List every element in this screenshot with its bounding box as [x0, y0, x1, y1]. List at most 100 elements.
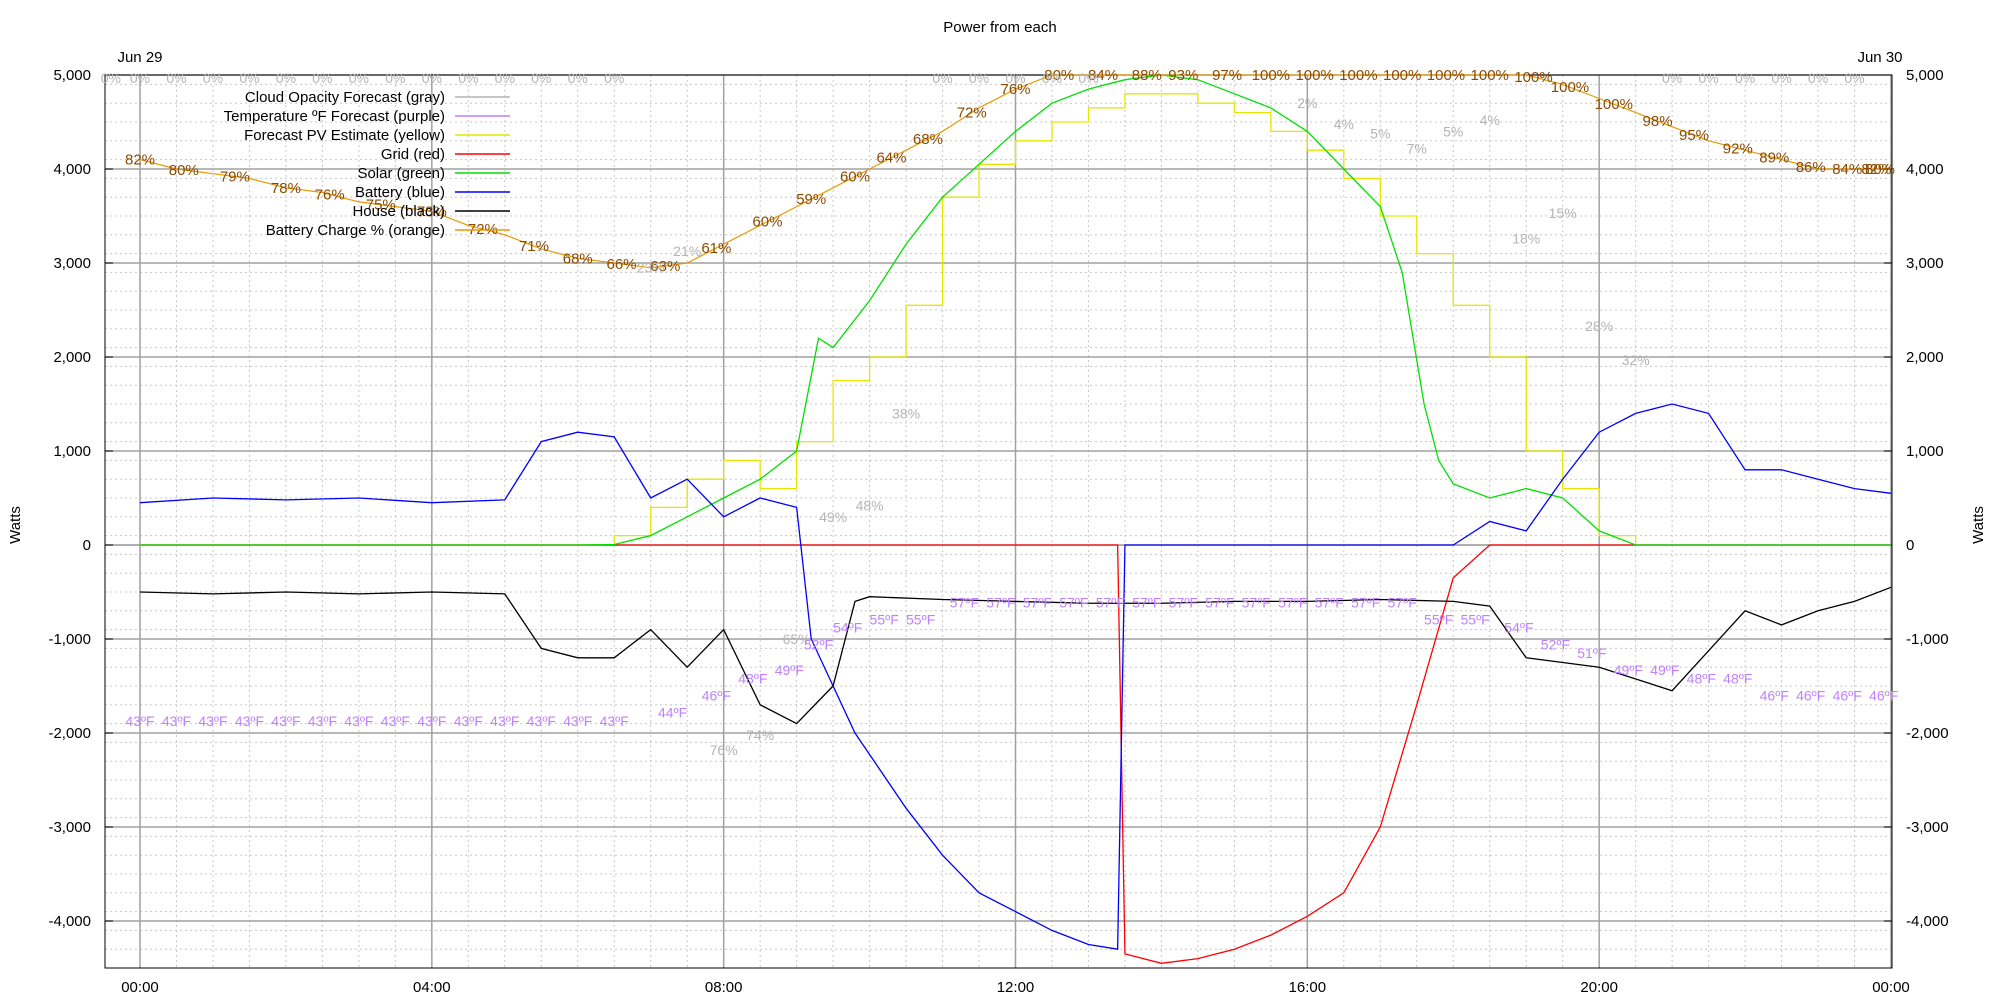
- battery-pct-label: 60%: [752, 214, 782, 231]
- temperature-label: 43ºF: [271, 713, 300, 729]
- battery-pct-label: 72%: [957, 105, 987, 122]
- cloud-opacity-label: 18%: [1512, 231, 1540, 247]
- cloud-opacity-label: 0%: [385, 70, 405, 86]
- temperature-label: 49ºF: [1650, 662, 1679, 678]
- cloud-opacity-label: 0%: [101, 70, 121, 86]
- x-tick-label: 16:00: [1289, 979, 1327, 996]
- temperature-label: 43ºF: [162, 713, 191, 729]
- y-tick-label-right: 2,000: [1906, 349, 1944, 366]
- cloud-opacity-label: 0%: [495, 70, 515, 86]
- battery-pct-label: 68%: [563, 250, 593, 267]
- battery-pct-label: 64%: [876, 150, 906, 167]
- cloud-opacity-label: 0%: [1005, 70, 1025, 86]
- cloud-opacity-label: 0%: [239, 70, 259, 86]
- y-tick-label-left: 1,000: [53, 443, 91, 460]
- y-tick-label-right: 4,000: [1906, 161, 1944, 178]
- battery-pct-label: 98%: [1643, 113, 1673, 130]
- temperature-label: 49ºF: [1614, 662, 1643, 678]
- cloud-opacity-label: 15%: [1549, 205, 1577, 221]
- cloud-opacity-label: 0%: [312, 70, 332, 86]
- x-tick-label: 20:00: [1580, 979, 1618, 996]
- battery-pct-label: 80%: [169, 162, 199, 179]
- battery-pct-label: 86%: [1796, 159, 1826, 176]
- legend-label: Temperature ºF Forecast (purple): [224, 108, 445, 125]
- cloud-opacity-label: 48%: [856, 498, 884, 514]
- cloud-opacity-label: 0%: [1698, 70, 1718, 86]
- y-tick-label-left: 5,000: [53, 67, 91, 84]
- battery-pct-label: 100%: [1252, 67, 1290, 84]
- temperature-label: 43ºF: [198, 713, 227, 729]
- temperature-label: 54ºF: [833, 620, 862, 636]
- temperature-label: 49ºF: [775, 662, 804, 678]
- cloud-opacity-label: 0%: [458, 70, 478, 86]
- power-chart: Power from each Jun 29 Jun 30 Watts Watt…: [7, 19, 1987, 996]
- legend-label: Forecast PV Estimate (yellow): [244, 127, 445, 144]
- cloud-opacity-label: 0%: [349, 70, 369, 86]
- y-tick-label-left: 3,000: [53, 255, 91, 272]
- cloud-opacity-label: 0%: [203, 70, 223, 86]
- y-tick-label-right: 5,000: [1906, 67, 1944, 84]
- temperature-label: 52ºF: [1541, 637, 1570, 653]
- temperature-label: 46ºF: [1833, 687, 1862, 703]
- temperature-label: 57ºF: [1059, 594, 1088, 610]
- cloud-opacity-label: 0%: [531, 70, 551, 86]
- battery-pct-label: 89%: [1759, 150, 1789, 167]
- temperature-label: 57ºF: [1315, 594, 1344, 610]
- y-axis-label-right: Watts: [1970, 506, 1987, 544]
- temperature-label: 43ºF: [563, 713, 592, 729]
- date-label-end: Jun 30: [1857, 49, 1902, 66]
- temperature-label: 57ºF: [1096, 594, 1125, 610]
- battery-pct-label: 100%: [1339, 67, 1377, 84]
- temperature-label: 46ºF: [1760, 687, 1789, 703]
- y-tick-label-left: -3,000: [48, 819, 91, 836]
- x-tick-label: 00:00: [1872, 979, 1910, 996]
- temperature-label: 57ºF: [1388, 594, 1417, 610]
- battery-pct-label: 97%: [1212, 67, 1242, 84]
- y-tick-label-right: -1,000: [1906, 631, 1949, 648]
- battery-pct-label: 100%: [1551, 79, 1589, 96]
- battery-pct-label: 84%: [1832, 161, 1862, 178]
- cloud-opacity-label: 28%: [1585, 318, 1613, 334]
- cloud-opacity-label: 2%: [1297, 95, 1317, 111]
- battery-pct-label: 100%: [1514, 69, 1552, 86]
- y-tick-label-right: -4,000: [1906, 913, 1949, 930]
- temperature-label: 43ºF: [417, 713, 446, 729]
- temperature-label: 48ºF: [738, 670, 767, 686]
- battery-pct-label: 92%: [1723, 140, 1753, 157]
- battery-pct-label: 59%: [796, 191, 826, 208]
- battery-pct-label: 100%: [1471, 67, 1509, 84]
- x-tick-label: 12:00: [997, 979, 1035, 996]
- temperature-label: 55ºF: [1461, 611, 1490, 627]
- temperature-label: 43ºF: [344, 713, 373, 729]
- cloud-opacity-label: 0%: [1735, 70, 1755, 86]
- y-tick-label-right: -3,000: [1906, 819, 1949, 836]
- legend-label: House (black): [352, 203, 445, 220]
- temperature-label: 44ºF: [658, 704, 687, 720]
- cloud-opacity-label: 74%: [746, 727, 774, 743]
- temperature-label: 43ºF: [235, 713, 264, 729]
- chart-title: Power from each: [943, 19, 1056, 36]
- cloud-opacity-label: 0%: [1078, 70, 1098, 86]
- cloud-opacity-label: 76%: [710, 742, 738, 758]
- cloud-opacity-label: 0%: [130, 70, 150, 86]
- temperature-label: 43ºF: [381, 713, 410, 729]
- temperature-label: 43ºF: [490, 713, 519, 729]
- battery-pct-label: 76%: [315, 186, 345, 203]
- temperature-label: 48ºF: [1687, 670, 1716, 686]
- battery-pct-label: 100%: [1427, 67, 1465, 84]
- legend-label: Battery (blue): [355, 184, 445, 201]
- cloud-opacity-label: 65%: [783, 631, 811, 647]
- battery-pct-label: 100%: [1295, 67, 1333, 84]
- temperature-label: 57ºF: [950, 594, 979, 610]
- battery-pct-label: 71%: [519, 238, 549, 255]
- cloud-opacity-label: 0%: [969, 70, 989, 86]
- temperature-label: 43ºF: [527, 713, 556, 729]
- y-tick-label-left: -2,000: [48, 725, 91, 742]
- battery-pct-label: 68%: [913, 131, 943, 148]
- y-tick-label-right: 1,000: [1906, 443, 1944, 460]
- temperature-label: 43ºF: [125, 713, 154, 729]
- cloud-opacity-label: 0%: [1808, 70, 1828, 86]
- temperature-label: 55ºF: [870, 611, 899, 627]
- y-tick-label-right: -2,000: [1906, 725, 1949, 742]
- cloud-opacity-label: 5%: [1443, 123, 1463, 139]
